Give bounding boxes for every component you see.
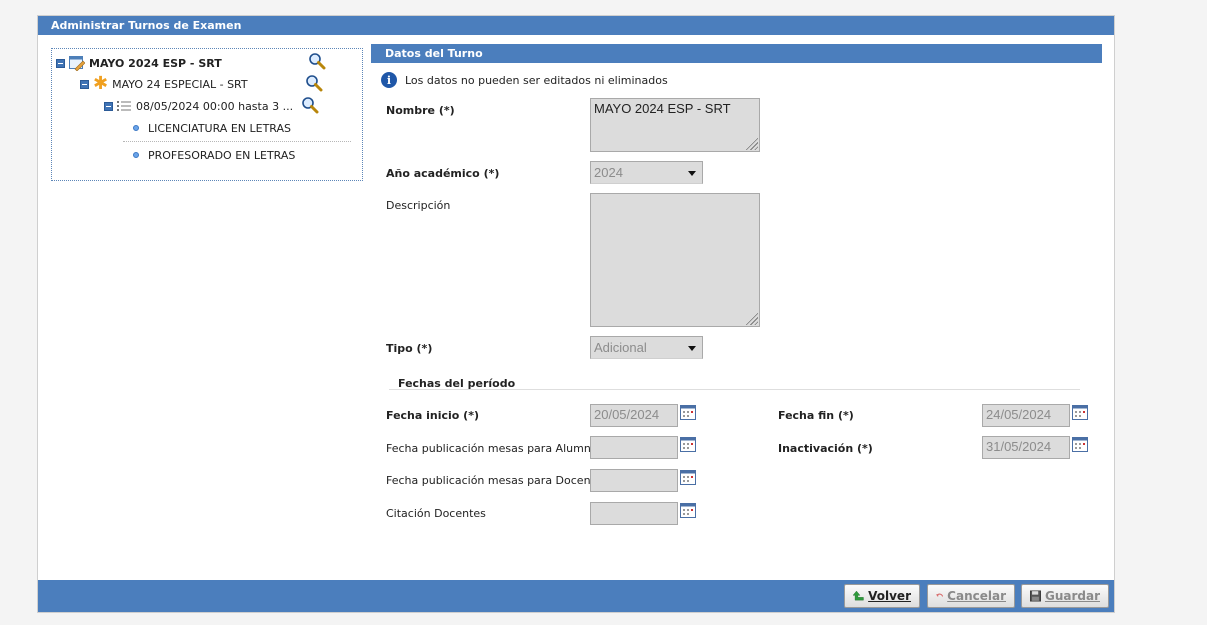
cancelar-label: Cancelar bbox=[947, 589, 1006, 603]
calendar-edit-icon bbox=[69, 55, 85, 71]
fecha-inicio-input[interactable]: 20/05/2024 bbox=[590, 404, 678, 427]
magnifier-icon[interactable] bbox=[305, 74, 323, 92]
tree-leaf-label: LICENCIATURA EN LETRAS bbox=[148, 121, 291, 135]
calendar-icon[interactable] bbox=[680, 437, 696, 452]
pub-docentes-input[interactable] bbox=[590, 469, 678, 492]
window-title: Administrar Turnos de Examen bbox=[38, 16, 1114, 35]
volver-label: Volver bbox=[868, 589, 911, 603]
guardar-label: Guardar bbox=[1044, 589, 1100, 603]
citacion-label: Citación Docentes bbox=[386, 507, 486, 520]
descripcion-label: Descripción bbox=[386, 199, 451, 212]
citacion-input[interactable] bbox=[590, 502, 678, 525]
inactivacion-label: Inactivación (*) bbox=[778, 442, 873, 455]
back-arrow-icon bbox=[853, 590, 864, 601]
fecha-inicio-label: Fecha inicio (*) bbox=[386, 409, 479, 422]
fecha-fin-input[interactable]: 24/05/2024 bbox=[982, 404, 1070, 427]
pub-alumnos-label: Fecha publicación mesas para Alumnos bbox=[386, 442, 590, 455]
bullet-icon bbox=[133, 152, 139, 158]
tipo-select[interactable]: Adicional bbox=[590, 336, 703, 359]
inactivacion-input[interactable]: 31/05/2024 bbox=[982, 436, 1070, 459]
dropdown-arrow-icon bbox=[688, 171, 696, 176]
tree-leaf-label: PROFESORADO EN LETRAS bbox=[148, 148, 296, 162]
nombre-textarea[interactable]: MAYO 2024 ESP - SRT bbox=[590, 98, 760, 152]
bullet-icon bbox=[133, 125, 139, 131]
cancelar-button[interactable]: Cancelar bbox=[927, 584, 1015, 608]
fecha-fin-label: Fecha fin (*) bbox=[778, 409, 854, 422]
asterisk-icon: ✱ bbox=[93, 73, 109, 94]
collapse-toggle-icon[interactable] bbox=[80, 79, 89, 89]
calendar-icon[interactable] bbox=[680, 470, 696, 485]
tree-grandchild-label: 08/05/2024 00:00 hasta 3 ... bbox=[136, 99, 294, 113]
nombre-value: MAYO 2024 ESP - SRT bbox=[594, 101, 731, 116]
descripcion-textarea[interactable] bbox=[590, 193, 760, 327]
footer-bar: Volver Cancelar Guardar bbox=[38, 580, 1114, 612]
anio-select[interactable]: 2024 bbox=[590, 161, 703, 184]
save-disk-icon bbox=[1030, 590, 1041, 602]
fieldset-divider bbox=[389, 389, 1080, 390]
tipo-label: Tipo (*) bbox=[386, 342, 433, 355]
collapse-toggle-icon[interactable] bbox=[104, 101, 113, 111]
tree-leaf-licenciatura[interactable]: LICENCIATURA EN LETRAS bbox=[133, 120, 291, 136]
tree-leaf-profesorado[interactable]: PROFESORADO EN LETRAS bbox=[133, 147, 295, 163]
magnifier-icon[interactable] bbox=[301, 96, 319, 114]
pub-docentes-label: Fecha publicación mesas para Docentes bbox=[386, 474, 590, 487]
tree-node-grandchild[interactable]: 08/05/2024 00:00 hasta 3 ... bbox=[104, 98, 293, 114]
turnos-tree: MAYO 2024 ESP - SRT ✱ MAYO 24 ESPECIAL -… bbox=[51, 48, 363, 181]
info-message: i Los datos no pueden ser editados ni el… bbox=[381, 72, 668, 88]
inactivacion-value: 31/05/2024 bbox=[986, 439, 1052, 454]
fecha-inicio-value: 20/05/2024 bbox=[594, 407, 660, 422]
anio-value: 2024 bbox=[594, 165, 623, 180]
calendar-icon[interactable] bbox=[680, 405, 696, 420]
resize-grip-icon[interactable] bbox=[744, 136, 758, 150]
panel-title: Datos del Turno bbox=[371, 44, 1102, 63]
tree-node-root[interactable]: MAYO 2024 ESP - SRT bbox=[56, 55, 222, 71]
tree-separator bbox=[123, 141, 351, 142]
resize-grip-icon[interactable] bbox=[744, 311, 758, 325]
info-icon: i bbox=[381, 72, 397, 88]
anio-label: Año académico (*) bbox=[386, 167, 500, 180]
fecha-fin-value: 24/05/2024 bbox=[986, 407, 1052, 422]
tree-child-label: MAYO 24 ESPECIAL - SRT bbox=[112, 77, 248, 91]
undo-icon bbox=[936, 593, 944, 598]
main-window: Administrar Turnos de Examen MAYO 2024 E… bbox=[37, 15, 1115, 613]
guardar-button[interactable]: Guardar bbox=[1021, 584, 1109, 608]
info-text: Los datos no pueden ser editados ni elim… bbox=[405, 73, 668, 87]
magnifier-icon[interactable] bbox=[308, 52, 326, 70]
tipo-value: Adicional bbox=[594, 340, 647, 355]
tree-root-label: MAYO 2024 ESP - SRT bbox=[89, 56, 222, 70]
calendar-icon[interactable] bbox=[1072, 437, 1088, 452]
nombre-label: Nombre (*) bbox=[386, 104, 455, 117]
collapse-toggle-icon[interactable] bbox=[56, 58, 65, 68]
tree-node-child[interactable]: ✱ MAYO 24 ESPECIAL - SRT bbox=[80, 73, 248, 94]
list-icon bbox=[117, 101, 131, 111]
calendar-icon[interactable] bbox=[680, 503, 696, 518]
dropdown-arrow-icon bbox=[688, 346, 696, 351]
volver-button[interactable]: Volver bbox=[844, 584, 920, 608]
pub-alumnos-input[interactable] bbox=[590, 436, 678, 459]
calendar-icon[interactable] bbox=[1072, 405, 1088, 420]
